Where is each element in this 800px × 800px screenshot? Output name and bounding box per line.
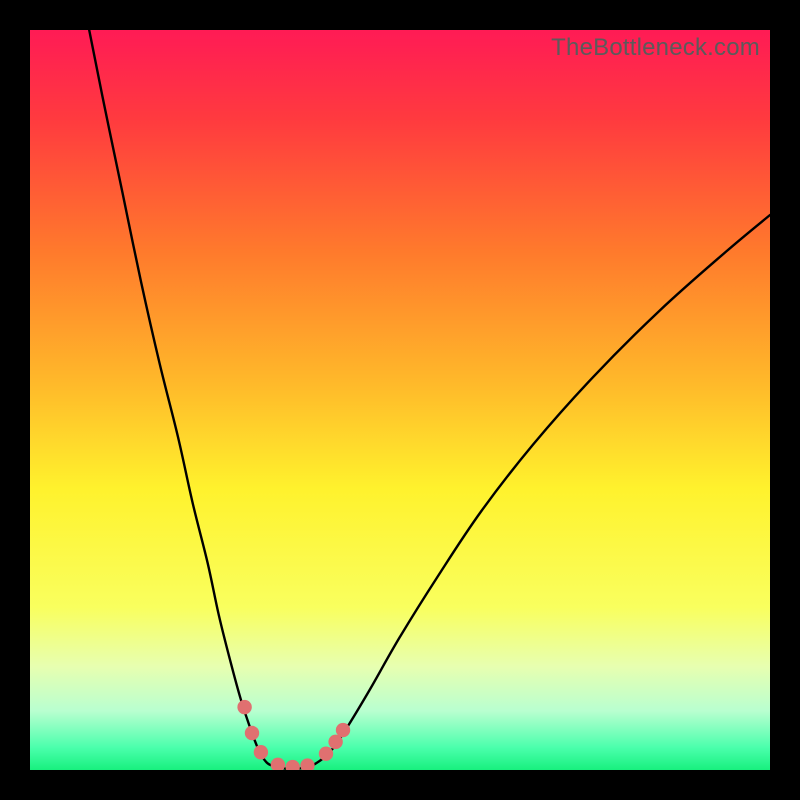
- chart-frame: TheBottleneck.com: [0, 0, 800, 800]
- curve-left-curve: [89, 30, 274, 766]
- data-marker: [300, 758, 314, 770]
- data-marker: [237, 700, 251, 714]
- plot-area: TheBottleneck.com: [30, 30, 770, 770]
- data-marker: [336, 723, 350, 737]
- data-marker: [271, 758, 285, 770]
- data-marker: [254, 745, 268, 759]
- data-marker: [245, 726, 259, 740]
- data-marker: [319, 747, 333, 761]
- watermark-text: TheBottleneck.com: [551, 34, 760, 62]
- curve-right-curve: [311, 215, 770, 766]
- data-marker: [286, 760, 300, 770]
- curves-layer: [30, 30, 770, 770]
